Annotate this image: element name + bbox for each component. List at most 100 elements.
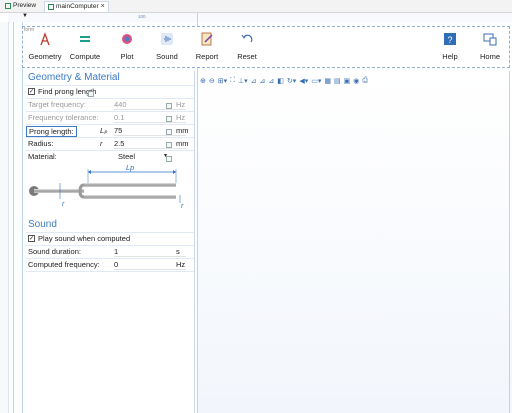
radius-label: Radius: <box>28 139 54 148</box>
radius-row: Radius: r 2.5 mm <box>26 137 194 150</box>
report-button[interactable]: Report <box>189 32 225 61</box>
reset-label: Reset <box>237 52 257 61</box>
zoom-out-icon[interactable]: ⊖ <box>209 77 215 85</box>
calc-icon[interactable] <box>166 103 172 109</box>
close-icon[interactable]: × <box>101 2 105 12</box>
guide-line <box>13 22 14 413</box>
home-label: Home <box>479 52 500 61</box>
plot-view-3-icon[interactable]: ⊿ <box>268 77 274 85</box>
form-tag: form <box>24 27 34 33</box>
sound-button[interactable]: Sound <box>149 32 185 61</box>
sound-duration-row: Sound duration: 1 s <box>26 245 194 258</box>
tab-preview[interactable]: Preview <box>2 1 39 11</box>
rotate-icon[interactable]: ↻▾ <box>287 77 296 85</box>
report-icon <box>200 32 214 46</box>
prong-length-symbol: Lₚ <box>100 126 108 135</box>
target-frequency-label: Target frequency: <box>28 100 86 109</box>
sound-duration-unit: s <box>176 247 180 256</box>
image-icon[interactable]: ▣ <box>344 77 351 85</box>
preview-icon <box>5 3 11 9</box>
calc-icon[interactable] <box>166 156 172 162</box>
graphics-window[interactable] <box>198 71 512 413</box>
ruler-marker-top-icon: ▼ <box>22 13 28 19</box>
material-select[interactable]: Steel <box>118 152 162 161</box>
sound-label: Sound <box>156 52 178 61</box>
lp-dimension-label: Lp <box>126 163 135 172</box>
compute-label: Compute <box>69 52 101 61</box>
scene-light-icon[interactable]: ◧ <box>277 77 284 85</box>
r-dimension-label: r <box>62 201 65 208</box>
tab-main-computer-label: mainComputer <box>56 3 99 10</box>
help-button[interactable]: ? Help <box>432 32 468 61</box>
tab-bar: Preview mainComputer × <box>0 0 512 13</box>
plot-icon <box>120 32 134 46</box>
zoom-extents-icon[interactable]: ⛶ <box>230 77 235 85</box>
radius-symbol: r <box>100 139 103 148</box>
reset-button[interactable]: Reset <box>229 32 265 61</box>
target-frequency-row: Target frequency: 440 Hz <box>26 98 194 111</box>
help-icon: ? <box>443 32 457 46</box>
zoom-in-icon[interactable]: ⊕ <box>200 77 206 85</box>
computed-frequency-unit: Hz <box>176 260 186 269</box>
form-icon <box>48 4 54 10</box>
report-label: Report <box>195 52 219 61</box>
find-prong-length-checkbox[interactable]: ✓ <box>28 88 35 95</box>
play-sound-label: Play sound when computed <box>38 234 131 243</box>
camera-icon[interactable]: ◉ <box>353 77 359 85</box>
grid-icon[interactable]: ▦ <box>324 77 331 85</box>
radius-unit: mm <box>176 139 189 148</box>
calc-icon[interactable] <box>166 142 172 148</box>
sound-section-title: Sound <box>28 219 57 230</box>
plot-view-icon[interactable]: ⊿ <box>251 77 257 85</box>
plot-view-2-icon[interactable]: ⊿ <box>260 77 266 85</box>
sound-duration-label: Sound duration: <box>28 247 81 256</box>
info-icon[interactable] <box>88 91 94 97</box>
graphics-toolbar: ⊕ ⊖ ⊞▾ ⛶ ⊥▾ ⊿ ⊿ ⊿ ◧ ↻▾ ◀▾ ▭▾ ▦ ▤ ▣ ◉ ⎙ <box>200 76 368 86</box>
plot-label: Plot <box>120 52 134 61</box>
plot-button[interactable]: Plot <box>109 32 145 61</box>
home-button[interactable]: Home <box>472 32 508 61</box>
prong-length-label: Prong length: <box>26 126 77 137</box>
ruler-left <box>0 22 9 413</box>
help-label: Help <box>442 52 458 61</box>
play-sound-row: ✓ Play sound when computed <box>26 232 194 245</box>
compute-icon <box>78 32 92 46</box>
row-end-divider <box>26 271 194 272</box>
settings-panel: Geometry & Material ✓ Find prong length … <box>26 71 195 413</box>
tab-preview-label: Preview <box>13 2 37 9</box>
r-dimension-label-right: r <box>181 203 184 210</box>
computed-frequency-row: Computed frequency: 0 Hz <box>26 258 194 271</box>
calc-icon[interactable] <box>166 129 172 135</box>
svg-text:?: ? <box>447 35 452 45</box>
tuning-fork-diagram: Lp r r <box>26 163 194 215</box>
tab-main-computer[interactable]: mainComputer × <box>44 1 109 12</box>
target-frequency-unit: Hz <box>176 100 186 109</box>
material-row: Material: Steel ▾ <box>26 150 194 163</box>
material-label: Material: <box>28 152 57 161</box>
guide-line <box>509 71 510 413</box>
home-icon <box>483 32 497 46</box>
frequency-tolerance-row: Frequency tolerance: 0.1 Hz <box>26 111 194 124</box>
prong-length-row: Prong length: Lₚ 75 mm <box>26 124 194 137</box>
geometry-icon <box>38 32 52 46</box>
table-icon[interactable]: ▤ <box>334 77 341 85</box>
play-sound-checkbox[interactable]: ✓ <box>28 235 35 242</box>
geometry-label: Geometry <box>28 52 62 61</box>
frequency-tolerance-unit: Hz <box>176 113 186 122</box>
play-icon[interactable]: ◀▾ <box>299 77 308 85</box>
zoom-box-icon[interactable]: ⊞▾ <box>218 77 227 85</box>
ruler-mark: 100 <box>138 14 146 19</box>
geometry-button[interactable]: Geometry <box>27 32 63 61</box>
frequency-tolerance-label: Frequency tolerance: <box>28 113 99 122</box>
sound-icon <box>160 32 174 46</box>
print-icon[interactable]: ⎙ <box>362 77 368 85</box>
geometry-section-title: Geometry & Material <box>28 72 120 83</box>
computed-frequency-label: Computed frequency: <box>28 260 100 269</box>
compute-button[interactable]: Compute <box>67 32 103 61</box>
find-prong-length-row: ✓ Find prong length <box>26 85 194 98</box>
guide-line <box>22 22 23 413</box>
ribbon-toolbar: Geometry Compute Plot Sound Report Reset… <box>22 26 510 68</box>
axis-icon[interactable]: ⊥▾ <box>238 77 248 85</box>
select-icon[interactable]: ▭▾ <box>311 77 321 85</box>
calc-icon[interactable] <box>166 116 172 122</box>
